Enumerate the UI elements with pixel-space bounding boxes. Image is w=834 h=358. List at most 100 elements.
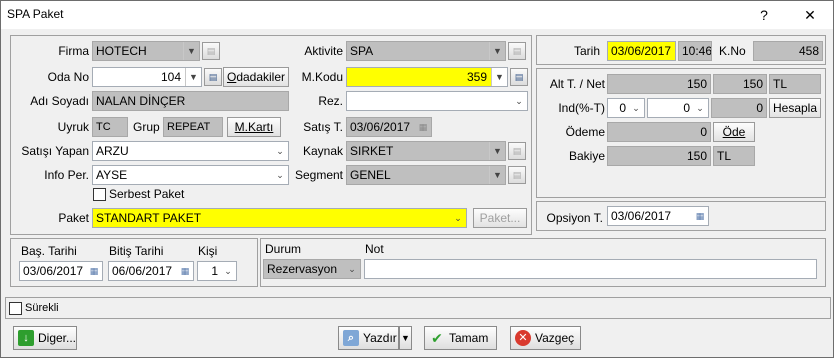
info-per-select[interactable]: AYSE ⌄: [92, 165, 289, 185]
calendar-icon[interactable]: ▦: [86, 262, 102, 280]
m-karti-button[interactable]: M.Kartı: [227, 117, 281, 137]
odadakiler-button[interactable]: Odadakiler: [223, 67, 289, 87]
tamam-label: Tamam: [449, 331, 489, 345]
kaynak-label: Kaynak: [302, 144, 343, 158]
alt-net-currency-value: TL: [773, 77, 788, 91]
firma-select[interactable]: HOTECH ▼: [92, 41, 200, 61]
durum-select[interactable]: Rezervasyon ⌄: [263, 259, 361, 279]
satis-t-field: 03/06/2017 ▦: [346, 117, 432, 137]
chevron-down-icon: ⌄: [454, 213, 462, 223]
chevron-down-icon: ⌄: [276, 146, 284, 156]
rez-label: Rez.: [318, 94, 343, 108]
opsiyon-field[interactable]: 03/06/2017 ▦: [607, 206, 709, 226]
tamam-button[interactable]: ✔ Tamam: [424, 326, 497, 350]
uyruk-label: Uyruk: [57, 120, 89, 134]
chevron-down-icon: ⌄: [515, 96, 523, 106]
chevron-down-icon: ▼: [401, 333, 410, 343]
firma-label: Firma: [58, 44, 89, 58]
help-button[interactable]: ?: [749, 3, 779, 27]
arrow-down-icon: ↓: [18, 330, 34, 346]
not-label: Not: [365, 242, 384, 256]
oda-no-field[interactable]: 104 ▼: [92, 67, 202, 87]
k-no-value: 458: [798, 44, 819, 58]
surekli-strip: [5, 297, 831, 319]
bitis-tarihi-label: Bitiş Tarihi: [109, 244, 164, 258]
alt-net-currency: TL: [769, 74, 821, 94]
chevron-down-icon: ⌄: [632, 103, 640, 113]
close-button[interactable]: ✕: [795, 3, 825, 27]
aktivite-list-icon[interactable]: ▤: [508, 42, 526, 60]
grup-label: Grup: [133, 120, 160, 134]
durum-value: Rezervasyon: [267, 262, 338, 276]
diger-button[interactable]: ↓ Diger...: [13, 326, 77, 350]
uyruk-field: TC: [92, 117, 128, 137]
aktivite-value: SPA: [350, 44, 374, 58]
kisi-select[interactable]: 1 ⌄: [197, 261, 237, 281]
firma-list-icon[interactable]: ▤: [202, 42, 220, 60]
satisi-yapan-select[interactable]: ARZU ⌄: [92, 141, 289, 161]
bitis-tarihi-field[interactable]: 06/06/2017 ▦: [108, 261, 194, 281]
kaynak-value: SIRKET: [350, 144, 394, 158]
serbest-paket-checkbox[interactable]: [93, 188, 106, 201]
surekli-checkbox[interactable]: [9, 302, 22, 315]
chevron-down-icon: ▼: [185, 68, 201, 86]
tarih-time-field: 10:46: [678, 41, 712, 61]
k-no-label: K.No: [719, 44, 746, 58]
odadakiler-accel: O: [226, 70, 237, 84]
serbest-paket-label: Serbest Paket: [109, 187, 185, 201]
bas-tarihi-field[interactable]: 03/06/2017 ▦: [19, 261, 103, 281]
kaynak-list-icon[interactable]: ▤: [508, 142, 526, 160]
hesapla-button[interactable]: Hesapla: [769, 98, 821, 118]
bakiye-field: 150: [607, 146, 711, 166]
alt-net-label: Alt T. / Net: [549, 77, 605, 91]
aktivite-label: Aktivite: [304, 44, 343, 58]
tarih-date-field[interactable]: 03/06/2017: [607, 41, 676, 61]
ind-pct-select[interactable]: 0 ⌄: [607, 98, 645, 118]
calendar-icon[interactable]: ▦: [692, 207, 708, 225]
calendar-icon[interactable]: ▦: [177, 262, 193, 280]
segment-list-icon[interactable]: ▤: [508, 166, 526, 184]
paket-button[interactable]: Paket...: [473, 208, 527, 228]
info-per-value: AYSE: [96, 168, 128, 182]
kaynak-select[interactable]: SIRKET ▼: [346, 141, 506, 161]
k-no-field: 458: [753, 41, 823, 61]
ind-amt-select[interactable]: 0 ⌄: [647, 98, 709, 118]
segment-select[interactable]: GENEL ▼: [346, 165, 506, 185]
adi-soyadi-value: NALAN DİNÇER: [96, 94, 186, 108]
yazdir-dropdown[interactable]: ▼: [399, 326, 412, 350]
ind-value: 0: [756, 101, 763, 115]
not-field[interactable]: [364, 259, 817, 279]
tarih-label: Tarih: [573, 44, 600, 58]
yazdir-button[interactable]: ⌕ Yazdır: [338, 326, 399, 350]
ode-button[interactable]: Öde: [713, 122, 755, 142]
paket-select[interactable]: STANDART PAKET ⌄: [92, 208, 467, 228]
alt-t-value: 150: [686, 77, 707, 91]
satisi-yapan-label: Satışı Yapan: [21, 144, 89, 158]
chevron-down-icon: ⌄: [348, 264, 356, 274]
uyruk-value: TC: [96, 121, 111, 133]
checkmark-icon: ✔: [431, 330, 443, 346]
m-kodu-list-icon[interactable]: ▤: [510, 68, 528, 86]
aktivite-select[interactable]: SPA ▼: [346, 41, 506, 61]
odeme-label: Ödeme: [565, 125, 605, 139]
m-karti-label: M.Kartı: [234, 120, 274, 134]
chevron-down-icon: ▼: [489, 42, 505, 60]
calendar-icon: ▦: [418, 122, 428, 132]
title-bar: SPA Paket ? ✕: [1, 1, 833, 29]
odadakiler-rest: dadakiler: [236, 70, 286, 84]
m-kodu-value: 359: [466, 70, 487, 84]
net-field: 150: [713, 74, 767, 94]
vazgec-button[interactable]: ✕ Vazgeç: [510, 326, 581, 350]
rez-select[interactable]: ⌄: [346, 91, 528, 111]
tarih-date-value: 03/06/2017: [611, 44, 672, 58]
grup-field: REPEAT: [163, 117, 223, 137]
oda-list-icon[interactable]: ▤: [204, 68, 222, 86]
paket-value: STANDART PAKET: [96, 211, 202, 225]
info-per-label: Info Per.: [44, 168, 89, 182]
firma-value: HOTECH: [96, 44, 147, 58]
cancel-icon: ✕: [515, 330, 531, 346]
satis-t-value: 03/06/2017: [350, 120, 411, 134]
kisi-label: Kişi: [198, 244, 218, 258]
m-kodu-field[interactable]: 359 ▼: [346, 67, 508, 87]
chevron-down-icon: ▼: [489, 142, 505, 160]
